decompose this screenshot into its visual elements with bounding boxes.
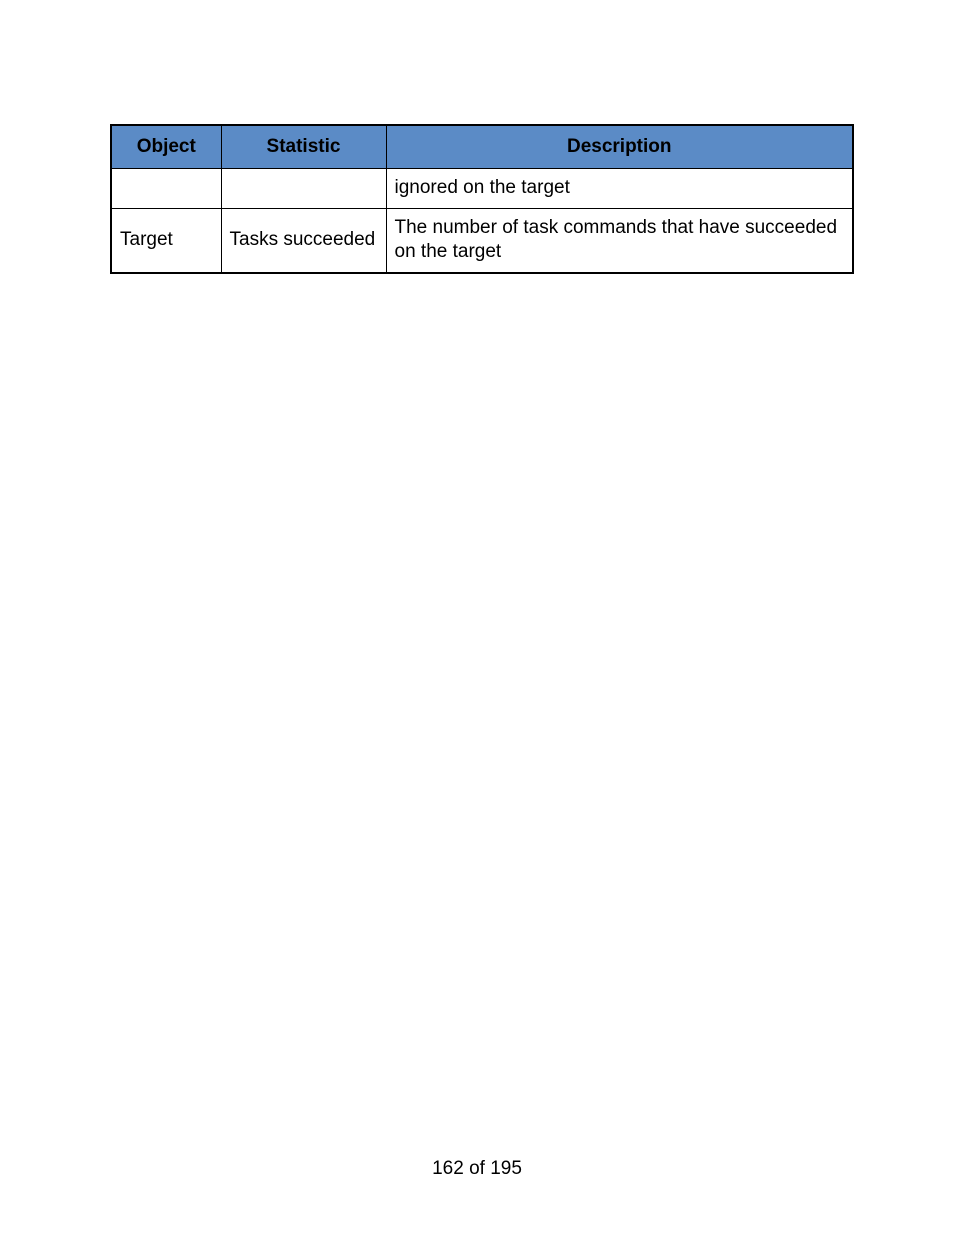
column-header-description: Description [386, 125, 853, 169]
cell-description: ignored on the target [386, 169, 853, 209]
cell-description: The number of task commands that have su… [386, 208, 853, 273]
cell-object [111, 169, 221, 209]
table-header-row: Object Statistic Description [111, 125, 853, 169]
cell-statistic: Tasks succeeded [221, 208, 386, 273]
table-row: ignored on the target [111, 169, 853, 209]
page-content: Object Statistic Description ignored on … [0, 0, 954, 274]
column-header-statistic: Statistic [221, 125, 386, 169]
column-header-object: Object [111, 125, 221, 169]
table-row: Target Tasks succeeded The number of tas… [111, 208, 853, 273]
page-footer: 162 of 195 [0, 1158, 954, 1180]
cell-object: Target [111, 208, 221, 273]
page-number: 162 of 195 [432, 1158, 522, 1179]
cell-statistic [221, 169, 386, 209]
statistics-table: Object Statistic Description ignored on … [110, 124, 854, 274]
